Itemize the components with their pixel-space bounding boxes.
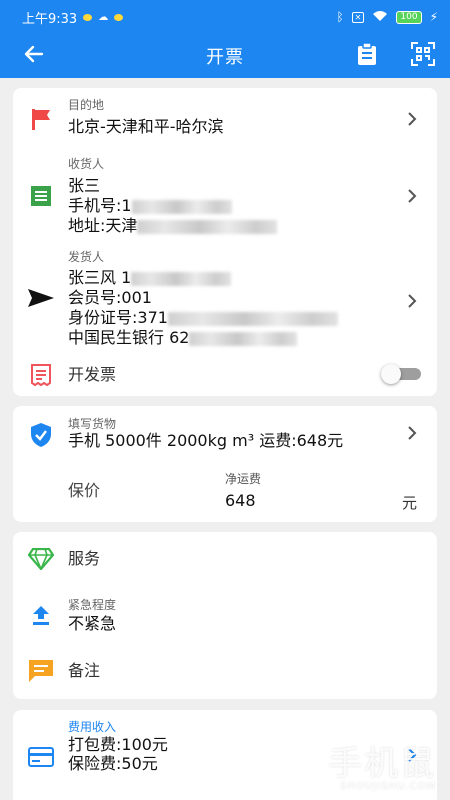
remark-row[interactable]: 备注 xyxy=(13,644,437,699)
diamond-icon xyxy=(27,545,55,573)
service-label: 服务 xyxy=(68,549,101,568)
charging-icon: ⚡ xyxy=(429,10,438,24)
watermark-sub: SHOUJISHU.COM xyxy=(340,781,436,792)
insurance-label[interactable]: 保价 xyxy=(68,481,100,501)
destination-label: 目的地 xyxy=(68,98,105,112)
insurance-fee: 保险费:50元 xyxy=(68,754,158,773)
notification-icon xyxy=(114,13,124,21)
invoice-row: 开发票 xyxy=(13,352,437,396)
chevron-right-icon xyxy=(408,189,417,203)
insurance-row: 保价 净运费 648 元 xyxy=(13,464,437,522)
urgency-value: 不紧急 xyxy=(68,614,117,633)
urgency-label: 紧急程度 xyxy=(68,598,117,612)
redacted-phone xyxy=(131,271,232,286)
flag-icon xyxy=(27,105,55,133)
upload-icon xyxy=(27,601,55,629)
remark-label: 备注 xyxy=(68,661,101,680)
status-bar: 上午9:33 ☁ ᛒ ✕ 100 ⚡ xyxy=(0,0,450,34)
credit-card-icon xyxy=(27,743,55,771)
options-card: 服务 紧急程度 不紧急 备注 xyxy=(13,532,437,699)
goods-row[interactable]: 填写货物 手机 5000件 2000kg m³ 运费:648元 xyxy=(13,406,437,464)
status-time: 上午9:33 xyxy=(22,11,78,27)
note-icon xyxy=(27,657,55,685)
bluetooth-icon: ᛒ xyxy=(336,10,344,24)
net-freight-input[interactable]: 648 xyxy=(225,491,256,510)
receiver-phone: 手机号:1 xyxy=(68,196,232,216)
sender-name: 张三风 1 xyxy=(68,268,232,288)
destination-row[interactable]: 目的地 北京-天津和平-哈尔滨 xyxy=(13,88,437,150)
sender-bank-text: 中国民生银行 62 xyxy=(68,328,190,347)
invoice-toggle[interactable] xyxy=(381,364,423,384)
chevron-right-icon xyxy=(408,426,417,440)
sender-bank: 中国民生银行 62 xyxy=(68,328,298,348)
app-bar: 开票 xyxy=(0,34,450,78)
goods-summary: 手机 5000件 2000kg m³ 运费:648元 xyxy=(68,431,344,450)
sender-member: 会员号:001 xyxy=(68,288,152,307)
toggle-knob xyxy=(381,364,401,384)
receiver-address-text: 地址:天津 xyxy=(68,216,138,235)
unit-label: 元 xyxy=(401,494,417,512)
service-row[interactable]: 服务 xyxy=(13,532,437,586)
sender-name-text: 张三风 1 xyxy=(68,268,132,287)
notification-icon xyxy=(83,13,93,21)
fees-label: 费用收入 xyxy=(68,720,117,734)
clipboard-icon[interactable] xyxy=(354,41,380,67)
goods-label: 填写货物 xyxy=(68,417,117,431)
shield-check-icon xyxy=(27,421,55,449)
invoice-icon xyxy=(27,361,55,389)
redacted-id xyxy=(167,311,338,326)
net-freight-label: 净运费 xyxy=(225,472,262,486)
receiver-label: 收货人 xyxy=(68,157,105,171)
receiver-phone-text: 手机号:1 xyxy=(68,196,132,215)
receiver-name: 张三 xyxy=(68,176,101,195)
redacted-phone xyxy=(131,199,232,214)
packing-fee: 打包费:100元 xyxy=(68,735,168,754)
sender-row[interactable]: 发货人 张三风 1 会员号:001 身份证号:371 中国民生银行 62 xyxy=(13,246,437,352)
sender-id-text: 身份证号:371 xyxy=(68,308,168,327)
receipt-icon xyxy=(27,182,55,210)
invoice-label: 开发票 xyxy=(68,365,117,384)
sender-id: 身份证号:371 xyxy=(68,308,338,328)
receiver-address: 地址:天津 xyxy=(68,216,278,236)
urgency-row[interactable]: 紧急程度 不紧急 xyxy=(13,586,437,644)
wifi-icon xyxy=(372,10,388,25)
receiver-row[interactable]: 收货人 张三 手机号:1 地址:天津 xyxy=(13,150,437,246)
destination-value: 北京-天津和平-哈尔滨 xyxy=(68,117,224,136)
watermark-text: 手机鼠 xyxy=(328,744,436,784)
goods-card: 填写货物 手机 5000件 2000kg m³ 运费:648元 保价 净运费 6… xyxy=(13,406,437,522)
page-title: 开票 xyxy=(206,47,244,68)
cloud-icon: ☁ xyxy=(98,11,109,23)
chevron-right-icon xyxy=(408,294,417,308)
qr-scan-icon[interactable] xyxy=(410,41,436,67)
no-sim-icon: ✕ xyxy=(351,11,365,23)
send-icon xyxy=(27,284,55,312)
battery-icon: 100 xyxy=(396,10,422,24)
sender-label: 发货人 xyxy=(68,250,105,264)
redacted-address xyxy=(137,219,278,234)
back-arrow-icon[interactable] xyxy=(20,40,48,68)
shipment-card: 目的地 北京-天津和平-哈尔滨 收货人 张三 手机号:1 地址:天津 发货人 张… xyxy=(13,88,437,396)
redacted-bank xyxy=(189,331,298,346)
watermark-logo: 手机鼠 SHOUJISHU.COM xyxy=(328,736,436,792)
chevron-right-icon xyxy=(408,112,417,126)
